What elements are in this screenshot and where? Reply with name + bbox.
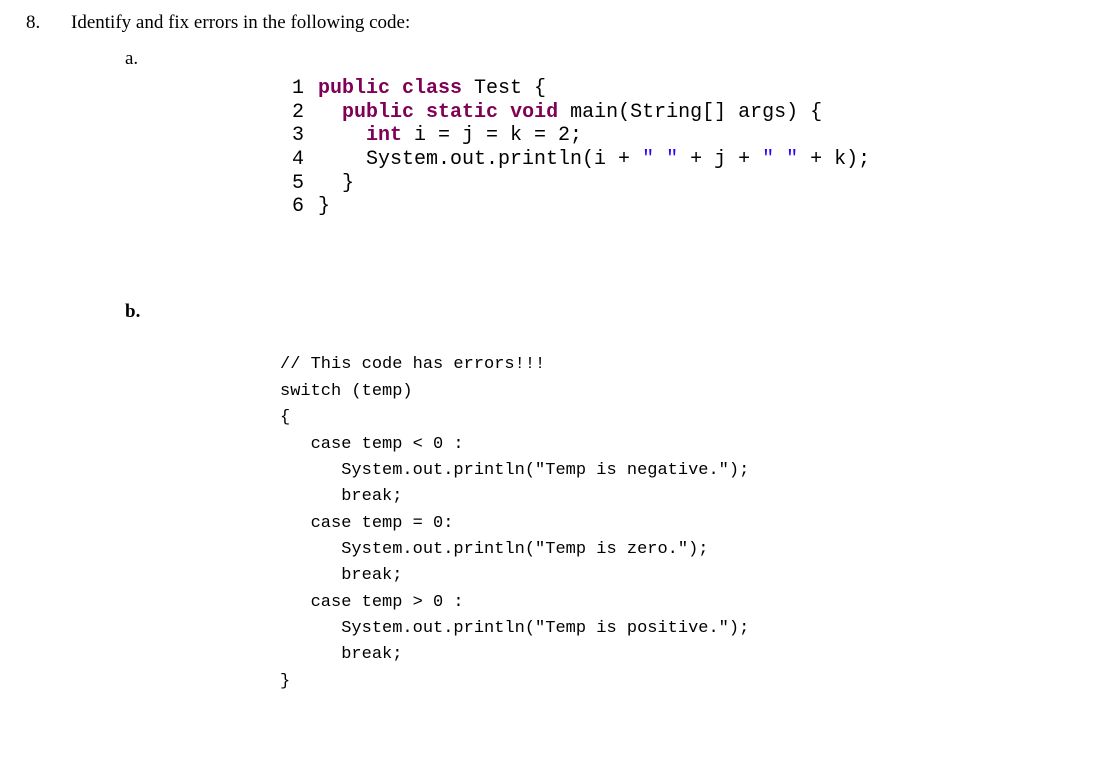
code-block-b: // This code has errors!!! switch (temp)… [280,352,1080,694]
keyword-class: class [402,77,462,100]
break-line: break; [280,566,402,585]
string-literal: "Temp is negative." [535,461,729,480]
print-pre: System.out.println(i + [318,148,642,171]
keyword-public: public [342,101,414,124]
parts-container: a. 1 public class Test { 2 public static … [125,46,1080,695]
println-pre: System.out.println( [280,619,535,638]
comment: // This code has errors!!! [280,355,545,374]
question-number: 8. [20,10,71,36]
println-post: ); [729,461,749,480]
break-line: break; [280,645,402,664]
page: 8. Identify and fix errors in the follow… [0,0,1100,735]
string-literal: " " [642,148,678,171]
main-sig: main(String[] args) { [558,101,822,124]
keyword-int: int [366,124,402,147]
line-number: 1 [280,77,304,101]
var-decl: i = j = k = 2; [402,124,582,147]
println-post: ); [729,619,749,638]
part-a-label: a. [125,46,175,72]
close-brace: } [318,172,354,195]
case-line: case temp < 0 : [280,435,464,454]
code-block-a: 1 public class Test { 2 public static voi… [280,77,1080,219]
println-post: ); [688,540,708,559]
class-decl: Test { [462,77,546,100]
string-literal: "Temp is positive." [535,619,729,638]
line-number: 4 [280,148,304,172]
string-literal: "Temp is zero." [535,540,688,559]
line-number: 2 [280,101,304,125]
question-prompt: Identify and fix errors in the following… [71,10,410,36]
part-b-label: b. [125,299,175,325]
close-brace: } [318,195,330,218]
case-line: case temp > 0 : [280,593,464,612]
part-b-row: b. [125,299,1080,325]
case-line: case temp = 0: [280,514,453,533]
close-brace: } [280,672,290,691]
keyword-void: void [510,101,558,124]
print-mid: + j + [678,148,762,171]
keyword-public: public [318,77,390,100]
println-pre: System.out.println( [280,461,535,480]
string-literal: " " [762,148,798,171]
question-row: 8. Identify and fix errors in the follow… [20,10,1080,36]
print-post: + k); [798,148,870,171]
keyword-static: static [426,101,498,124]
line-number: 3 [280,124,304,148]
switch-line: switch (temp) [280,382,413,401]
line-number: 5 [280,172,304,196]
line-number: 6 [280,195,304,219]
println-pre: System.out.println( [280,540,535,559]
break-line: break; [280,487,402,506]
part-a-row: a. [125,46,1080,72]
open-brace: { [280,408,290,427]
spacer [125,219,1080,289]
